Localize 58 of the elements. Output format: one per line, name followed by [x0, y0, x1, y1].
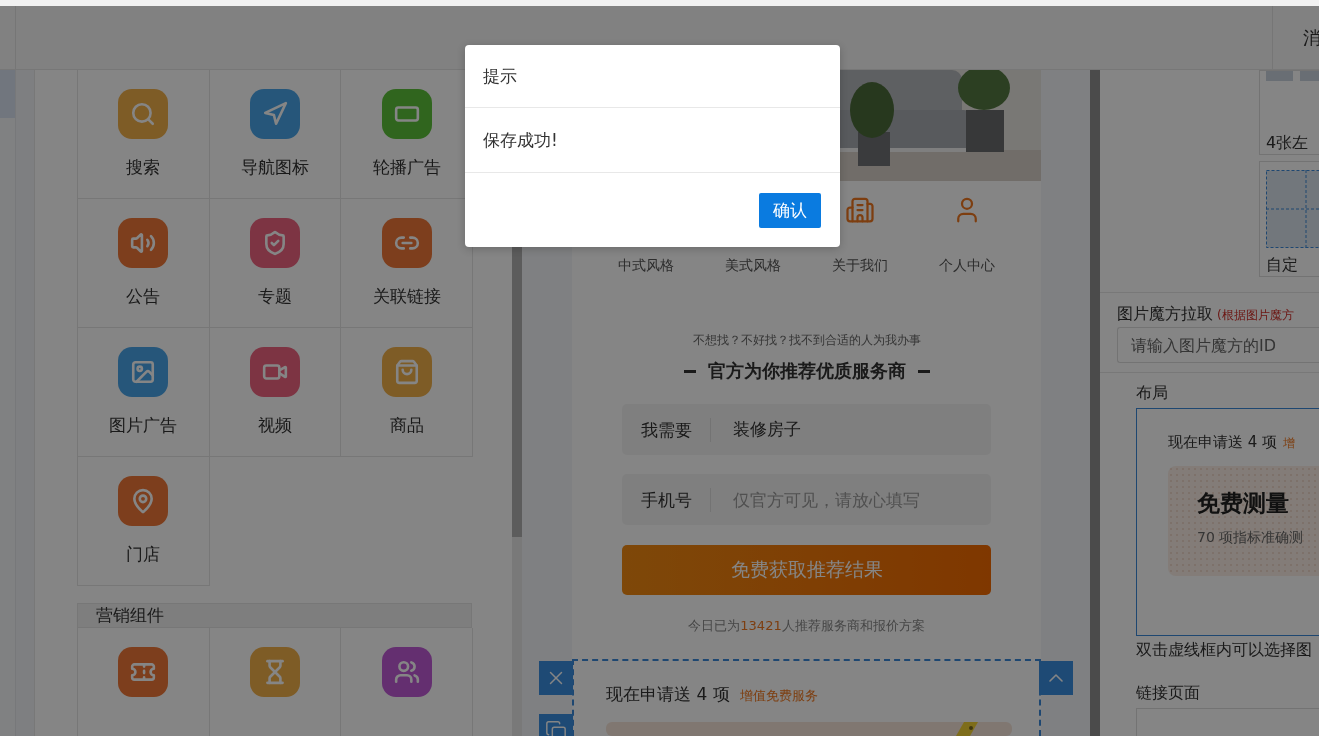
confirm-button[interactable]: 确认: [759, 192, 821, 228]
speaker-icon: [118, 218, 169, 268]
video-camera-icon: [250, 347, 301, 397]
store-pin-icon: [118, 476, 169, 526]
thumbnail-drawing: [1266, 71, 1319, 81]
close-button[interactable]: [539, 661, 573, 695]
nav-label[interactable]: 美式风格: [724, 257, 781, 275]
field-label: 图片魔方拉取: [1117, 304, 1213, 325]
scrollbar-thumb[interactable]: [1090, 70, 1100, 736]
hint-text: (根据图片魔方: [1217, 307, 1294, 324]
component-tile[interactable]: 视频: [209, 328, 342, 457]
template-card[interactable]: 4张左: [1259, 70, 1319, 155]
field-label: 链接页面: [1136, 683, 1201, 704]
building-icon: [845, 195, 876, 225]
template-label: 自定: [1266, 255, 1298, 276]
component-tile[interactable]: 导航图标: [209, 70, 342, 199]
component-tile[interactable]: 图片广告: [78, 328, 210, 457]
image-icon: [118, 347, 169, 397]
form-field[interactable]: 我需要 装修房子: [622, 404, 991, 455]
layout-preview[interactable]: 现在申请送 4 项 增 免费测量 70 项指标准确测: [1136, 408, 1319, 636]
tip-text: 双击虚线框内可以选择图: [1136, 640, 1313, 661]
component-tile[interactable]: 门店: [78, 457, 210, 586]
tagline: 不想找？不好找？找不到合适的人为我办事: [692, 332, 921, 349]
shopping-bag-icon: [381, 347, 432, 397]
component-tile[interactable]: 商品: [341, 328, 474, 457]
field-label: 我需要: [641, 417, 711, 442]
move-up-button[interactable]: [1039, 661, 1073, 695]
component-tile[interactable]: 公告: [78, 199, 210, 328]
group-icon: [381, 647, 432, 697]
field-label: 布局: [1136, 383, 1169, 404]
hourglass-icon: [250, 647, 301, 697]
dialog-message: 保存成功!: [483, 128, 558, 152]
template-card[interactable]: 自定: [1259, 161, 1319, 277]
ticket-icon: [118, 647, 169, 697]
block-tag: 增值免费服务: [739, 687, 818, 705]
search-icon: [118, 89, 169, 139]
nav-label[interactable]: 个人中心: [939, 257, 996, 275]
navigation-arrow-icon: [250, 89, 301, 139]
component-tile[interactable]: 专题: [209, 199, 342, 328]
slides-icon: [381, 89, 432, 139]
nav-label[interactable]: 中式风格: [617, 257, 674, 275]
link-icon: [381, 218, 432, 268]
id-input-field[interactable]: 请输入图片魔方的ID: [1117, 327, 1319, 363]
promo-text: 70 项指标准确测: [1197, 529, 1305, 547]
stats-text: 今日已为13421人推荐服务商和报价方案: [688, 617, 925, 635]
block-title: 现在申请送 4 项: [1168, 433, 1278, 452]
component-tile[interactable]: 搜索: [78, 70, 210, 199]
text-field[interactable]: 装修房子: [733, 419, 983, 440]
field-label: 手机号: [641, 487, 711, 512]
block-title: 现在申请送 4 项: [606, 683, 730, 706]
section-heading: 官方为你推荐优质服务商: [707, 359, 906, 383]
template-label: 4张左: [1266, 133, 1309, 154]
block-tag: 增: [1283, 435, 1296, 452]
copy-icon: [545, 720, 567, 736]
nav-label[interactable]: 关于我们: [832, 257, 889, 275]
group-title: 营销组件: [96, 604, 164, 627]
promo-title: 免费测量: [1197, 489, 1290, 518]
dialog-title: 提示: [483, 64, 517, 88]
